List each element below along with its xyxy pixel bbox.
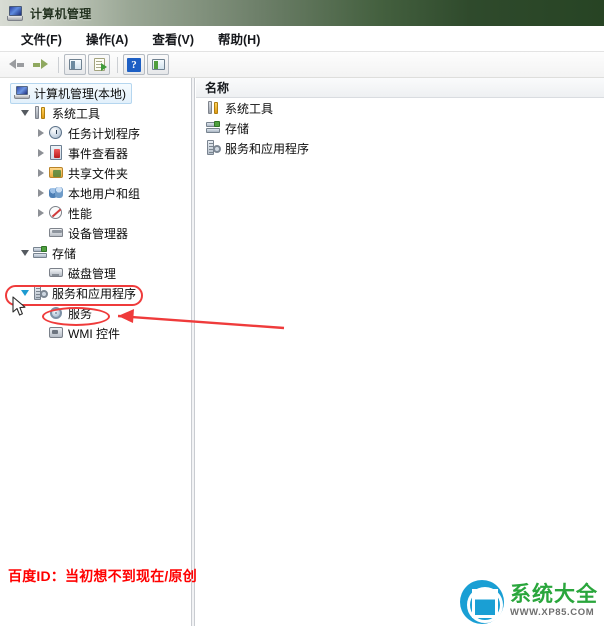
back-arrow-icon[interactable] xyxy=(5,54,27,75)
logo-url: WWW.XP85.COM xyxy=(510,607,595,619)
performance-icon xyxy=(48,205,64,221)
sidebar-item-wmi-control[interactable]: WMI 控件 xyxy=(6,323,189,343)
help-button[interactable]: ? xyxy=(123,54,145,75)
tree-root-computer-management[interactable]: 计算机管理(本地) xyxy=(6,82,189,104)
event-viewer-icon xyxy=(48,145,64,161)
list-item-label: 系统工具 xyxy=(225,101,274,116)
toolbar-separator-1 xyxy=(58,56,59,73)
menu-help[interactable]: 帮助(H) xyxy=(209,27,269,50)
expander-closed-icon[interactable] xyxy=(34,149,48,157)
column-header-name[interactable]: 名称 xyxy=(196,78,604,98)
toolbar-separator-2 xyxy=(117,56,118,73)
window-title: 计算机管理 xyxy=(30,6,92,21)
tree-item-label: 服务和应用程序 xyxy=(52,286,137,301)
services-applications-icon xyxy=(205,140,221,156)
result-list-pane: 名称 系统工具 存储 服务和应用程序 xyxy=(196,78,604,626)
logo-name: 系统大全 xyxy=(510,583,598,607)
window-pane-green-icon xyxy=(151,59,165,70)
storage-icon xyxy=(205,120,221,136)
list-item[interactable]: 服务和应用程序 xyxy=(196,138,604,158)
tree-item-label: 任务计划程序 xyxy=(68,126,141,141)
document-export-icon xyxy=(93,58,107,71)
sidebar-item-services-and-applications[interactable]: 服务和应用程序 xyxy=(6,283,189,303)
expander-closed-icon[interactable] xyxy=(34,169,48,177)
device-manager-icon xyxy=(48,225,64,241)
show-hide-console-tree-button[interactable] xyxy=(64,54,86,75)
expander-closed-icon[interactable] xyxy=(34,129,48,137)
computer-management-icon xyxy=(14,85,30,101)
list-item[interactable]: 存储 xyxy=(196,118,604,138)
sidebar-item-performance[interactable]: 性能 xyxy=(6,203,189,223)
shared-folders-icon xyxy=(48,165,64,181)
tree-item-label: WMI 控件 xyxy=(68,326,120,341)
watermark-text: 百度ID：当初想不到现在/原创 xyxy=(8,568,197,584)
expander-open-icon[interactable] xyxy=(18,110,32,116)
tree-item-label: 性能 xyxy=(68,206,93,221)
services-applications-icon xyxy=(32,285,48,301)
expander-closed-icon[interactable] xyxy=(34,189,48,197)
tree-item-label: 本地用户和组 xyxy=(68,186,141,201)
sidebar-item-device-manager[interactable]: 设备管理器 xyxy=(6,223,189,243)
console-tree: 计算机管理(本地) 系统工具 任务计划程序 事件查看器 共享文件夹 本地用户和组… xyxy=(0,78,189,343)
storage-icon xyxy=(32,245,48,261)
tree-item-label: 存储 xyxy=(52,246,77,261)
tree-item-label: 设备管理器 xyxy=(68,226,129,241)
system-tools-icon xyxy=(32,105,48,121)
services-gear-icon xyxy=(48,305,64,321)
expander-open-icon[interactable] xyxy=(18,290,32,296)
tree-item-label: 事件查看器 xyxy=(68,146,129,161)
sidebar-item-task-scheduler[interactable]: 任务计划程序 xyxy=(6,123,189,143)
local-users-groups-icon xyxy=(48,185,64,201)
window-pane-icon xyxy=(68,59,82,70)
site-logo: 系统大全 WWW.XP85.COM xyxy=(460,580,598,624)
wmi-control-icon xyxy=(48,325,64,341)
console-tree-pane: 计算机管理(本地) 系统工具 任务计划程序 事件查看器 共享文件夹 本地用户和组… xyxy=(0,78,190,626)
show-action-pane-button[interactable] xyxy=(147,54,169,75)
tree-item-label: 磁盘管理 xyxy=(68,266,117,281)
title-bar: 计算机管理 xyxy=(0,0,604,26)
xp85-logo-icon xyxy=(460,580,504,624)
task-scheduler-clock-icon xyxy=(48,125,64,141)
forward-arrow-icon[interactable] xyxy=(29,54,51,75)
tree-item-label: 服务 xyxy=(68,306,93,321)
sidebar-item-storage[interactable]: 存储 xyxy=(6,243,189,263)
expander-closed-icon[interactable] xyxy=(34,209,48,217)
system-tools-icon xyxy=(205,100,221,116)
menu-action[interactable]: 操作(A) xyxy=(77,27,137,50)
computer-management-window: 计算机管理 文件(F) 操作(A) 查看(V) 帮助(H) ? 计算机管理(本地… xyxy=(0,0,604,626)
tree-item-label: 共享文件夹 xyxy=(68,166,129,181)
menu-view[interactable]: 查看(V) xyxy=(143,27,203,50)
sidebar-item-shared-folders[interactable]: 共享文件夹 xyxy=(6,163,189,183)
export-list-button[interactable] xyxy=(88,54,110,75)
disk-management-icon xyxy=(48,265,64,281)
question-mark-icon: ? xyxy=(127,57,141,72)
menu-file[interactable]: 文件(F) xyxy=(12,27,71,50)
sidebar-item-services[interactable]: 服务 xyxy=(6,303,189,323)
computer-management-icon xyxy=(7,5,23,21)
list-item-label: 服务和应用程序 xyxy=(225,141,310,156)
list-item-label: 存储 xyxy=(225,121,250,136)
list-item[interactable]: 系统工具 xyxy=(196,98,604,118)
tree-item-label: 系统工具 xyxy=(52,106,101,121)
sidebar-item-local-users-groups[interactable]: 本地用户和组 xyxy=(6,183,189,203)
tree-item-label: 计算机管理(本地) xyxy=(34,86,126,101)
toolbar: ? xyxy=(0,52,604,78)
sidebar-item-disk-management[interactable]: 磁盘管理 xyxy=(6,263,189,283)
content-area: 计算机管理(本地) 系统工具 任务计划程序 事件查看器 共享文件夹 本地用户和组… xyxy=(0,78,604,626)
expander-open-icon[interactable] xyxy=(18,250,32,256)
sidebar-item-system-tools[interactable]: 系统工具 xyxy=(6,103,189,123)
menu-bar: 文件(F) 操作(A) 查看(V) 帮助(H) xyxy=(0,26,604,52)
sidebar-item-event-viewer[interactable]: 事件查看器 xyxy=(6,143,189,163)
